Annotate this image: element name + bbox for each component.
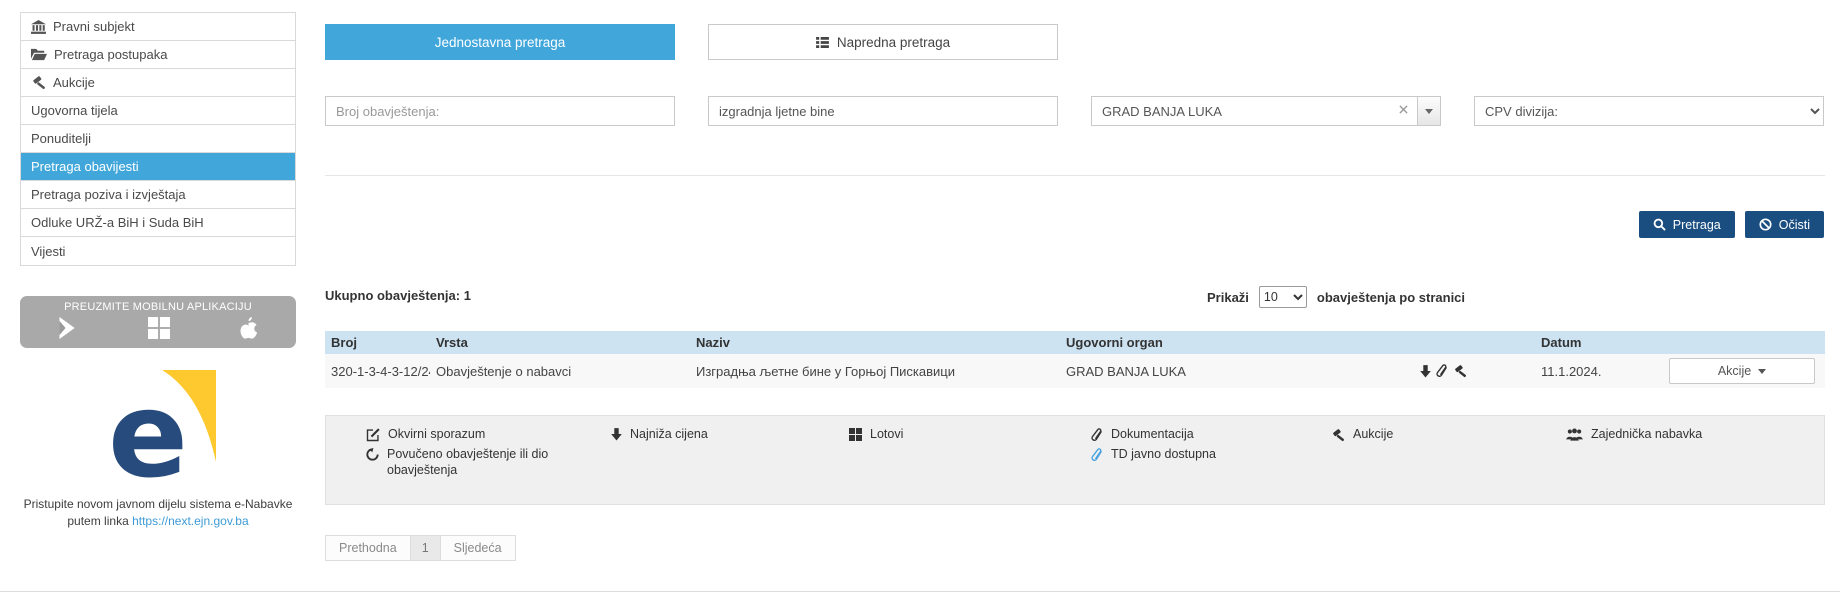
cell-vrsta: Obavještenje o nabavci xyxy=(430,364,690,379)
pagination-current-page[interactable]: 1 xyxy=(410,535,441,561)
ocisti-button[interactable]: Očisti xyxy=(1745,211,1824,238)
gavel-icon xyxy=(1331,428,1345,442)
legend-dokumentacija: Dokumentacija xyxy=(1091,427,1194,443)
list-icon xyxy=(816,37,829,48)
pagination: Prethodna 1 Sljedeća xyxy=(325,535,516,561)
sidebar-item-vijesti[interactable]: Vijesti xyxy=(21,237,295,265)
search-fields: GRAD BANJA LUKA CPV divizija: xyxy=(325,96,1825,126)
sidebar-item-ponuditelji[interactable]: Ponuditelji xyxy=(21,125,295,153)
sidebar-item-label: Ugovorna tijela xyxy=(31,103,118,118)
sidebar-item-ugovorna-tijela[interactable]: Ugovorna tijela xyxy=(21,97,295,125)
footer-divider xyxy=(0,591,1840,592)
google-play-icon[interactable] xyxy=(58,317,78,339)
legend-najniza-cijena: Najniža cijena xyxy=(611,427,708,443)
tab-label: Jednostavna pretraga xyxy=(435,35,566,50)
ban-icon xyxy=(1759,218,1772,231)
tab-label: Napredna pretraga xyxy=(837,35,950,50)
tab-napredna-pretraga[interactable]: Napredna pretraga xyxy=(708,24,1058,60)
svg-text:e: e xyxy=(108,370,188,484)
ugovorni-organ-select[interactable]: GRAD BANJA LUKA xyxy=(1091,96,1441,126)
sidebar-item-label: Pretraga obavijesti xyxy=(31,159,139,174)
people-icon xyxy=(1566,428,1583,441)
sidebar-item-label: Odluke URŽ-a BiH i Suda BiH xyxy=(31,215,204,230)
ugovorni-organ-value: GRAD BANJA LUKA xyxy=(1102,104,1222,119)
page: Pravni subjekt Pretraga postupaka Aukcij… xyxy=(0,0,1840,600)
mobile-app-banner[interactable]: PREUZMITE MOBILNU APLIKACIJU xyxy=(20,296,296,348)
grid-icon xyxy=(849,428,862,441)
cell-broj: 320-1-3-4-3-12/24 xyxy=(325,364,430,379)
sidebar-item-pravni-subjekt[interactable]: Pravni subjekt xyxy=(21,13,295,41)
legend-td-javno-dostupna: TD javno dostupna xyxy=(1091,447,1216,463)
sidebar-item-pretraga-poziva[interactable]: Pretraga poziva i izvještaja xyxy=(21,181,295,209)
undo-icon xyxy=(366,448,379,461)
col-broj: Broj xyxy=(325,335,430,350)
cell-ugovorni-organ: GRAD BANJA LUKA xyxy=(1060,364,1410,379)
sidebar-item-label: Vijesti xyxy=(31,244,65,259)
mobile-app-label: PREUZMITE MOBILNU APLIKACIJU xyxy=(20,301,296,313)
search-icon xyxy=(1653,218,1666,231)
sidebar-item-label: Pretraga poziva i izvještaja xyxy=(31,187,186,202)
sidebar-item-label: Aukcije xyxy=(53,75,95,90)
sidebar-item-label: Pravni subjekt xyxy=(53,19,135,34)
caret-down-icon xyxy=(1758,369,1766,374)
per-page-control: Prikaži 10 obavještenja po stranici xyxy=(1207,286,1465,308)
pagination-prev[interactable]: Prethodna xyxy=(325,535,411,561)
cpv-divizija-select[interactable]: CPV divizija: xyxy=(1474,96,1824,126)
paperclip-icon xyxy=(1091,428,1103,443)
per-page-suffix: obavještenja po stranici xyxy=(1317,290,1465,305)
main-content: Jednostavna pretraga Napredna pretraga G… xyxy=(325,0,1825,600)
sidebar-item-label: Ponuditelji xyxy=(31,131,91,146)
per-page-select[interactable]: 10 xyxy=(1259,286,1307,308)
table-header-row: Broj Vrsta Naziv Ugovorni organ Datum xyxy=(325,331,1825,354)
arrow-down-icon xyxy=(611,428,622,441)
sidebar-note: Pristupite novom javnom dijelu sistema e… xyxy=(20,496,296,530)
cell-datum: 11.1.2024. xyxy=(1535,364,1655,379)
enabavke-logo: e xyxy=(100,370,216,484)
windows-store-icon[interactable] xyxy=(148,317,170,339)
dropdown-arrow-button[interactable] xyxy=(1417,97,1440,125)
bank-icon xyxy=(31,20,46,34)
sidebar-item-label: Pretraga postupaka xyxy=(54,47,167,62)
edit-icon xyxy=(366,428,380,442)
legend-okvirni-sporazum: Okvirni sporazum xyxy=(366,427,485,443)
legend-aukcije: Aukcije xyxy=(1331,427,1393,443)
apple-store-icon[interactable] xyxy=(239,317,258,339)
cell-naziv: Изградња љетне бине у Горњој Пискавици xyxy=(690,364,1060,379)
pretraga-button[interactable]: Pretraga xyxy=(1639,211,1735,238)
lowest-price-icon xyxy=(1420,365,1431,378)
akcije-button[interactable]: Akcije xyxy=(1669,358,1815,384)
legend-panel: Okvirni sporazum Povučeno obavještenje i… xyxy=(325,415,1825,505)
legend-povuceno: Povučeno obavještenje ili dio obavješten… xyxy=(366,447,571,478)
folder-icon xyxy=(31,48,47,61)
sidebar-item-aukcije[interactable]: Aukcije xyxy=(21,69,295,97)
sidebar-nav: Pravni subjekt Pretraga postupaka Aukcij… xyxy=(20,12,296,266)
sidebar-item-odluke[interactable]: Odluke URŽ-a BiH i Suda BiH xyxy=(21,209,295,237)
clear-selection-icon[interactable] xyxy=(1399,105,1408,114)
naziv-search-input[interactable] xyxy=(708,96,1058,126)
auction-icon xyxy=(1453,364,1467,378)
col-naziv: Naziv xyxy=(690,335,1060,350)
col-vrsta: Vrsta xyxy=(430,335,690,350)
sidebar-item-pretraga-obavijesti[interactable]: Pretraga obavijesti xyxy=(21,153,295,181)
results-table: Broj Vrsta Naziv Ugovorni organ Datum 32… xyxy=(325,331,1825,388)
legend-zajednicka-nabavka: Zajednička nabavka xyxy=(1566,427,1702,443)
legend-lotovi: Lotovi xyxy=(849,427,903,443)
sidebar-item-pretraga-postupaka[interactable]: Pretraga postupaka xyxy=(21,41,295,69)
col-datum: Datum xyxy=(1535,335,1655,350)
paperclip-blue-icon xyxy=(1091,448,1103,463)
col-ugovorni-organ: Ugovorni organ xyxy=(1060,335,1410,350)
paperclip-icon xyxy=(1436,364,1448,379)
per-page-prefix: Prikaži xyxy=(1207,290,1249,305)
tab-jednostavna-pretraga[interactable]: Jednostavna pretraga xyxy=(325,24,675,60)
next-ejn-link[interactable]: https://next.ejn.gov.ba xyxy=(132,514,249,528)
cell-indicators xyxy=(1410,364,1535,379)
broj-obavjestenja-input[interactable] xyxy=(325,96,675,126)
section-divider xyxy=(325,175,1825,176)
gavel-icon xyxy=(31,75,46,90)
table-row[interactable]: 320-1-3-4-3-12/24 Obavještenje o nabavci… xyxy=(325,354,1825,388)
pagination-next[interactable]: Sljedeća xyxy=(440,535,516,561)
total-count-label: Ukupno obavještenja: 1 xyxy=(325,288,471,303)
sidebar: Pravni subjekt Pretraga postupaka Aukcij… xyxy=(20,12,296,530)
